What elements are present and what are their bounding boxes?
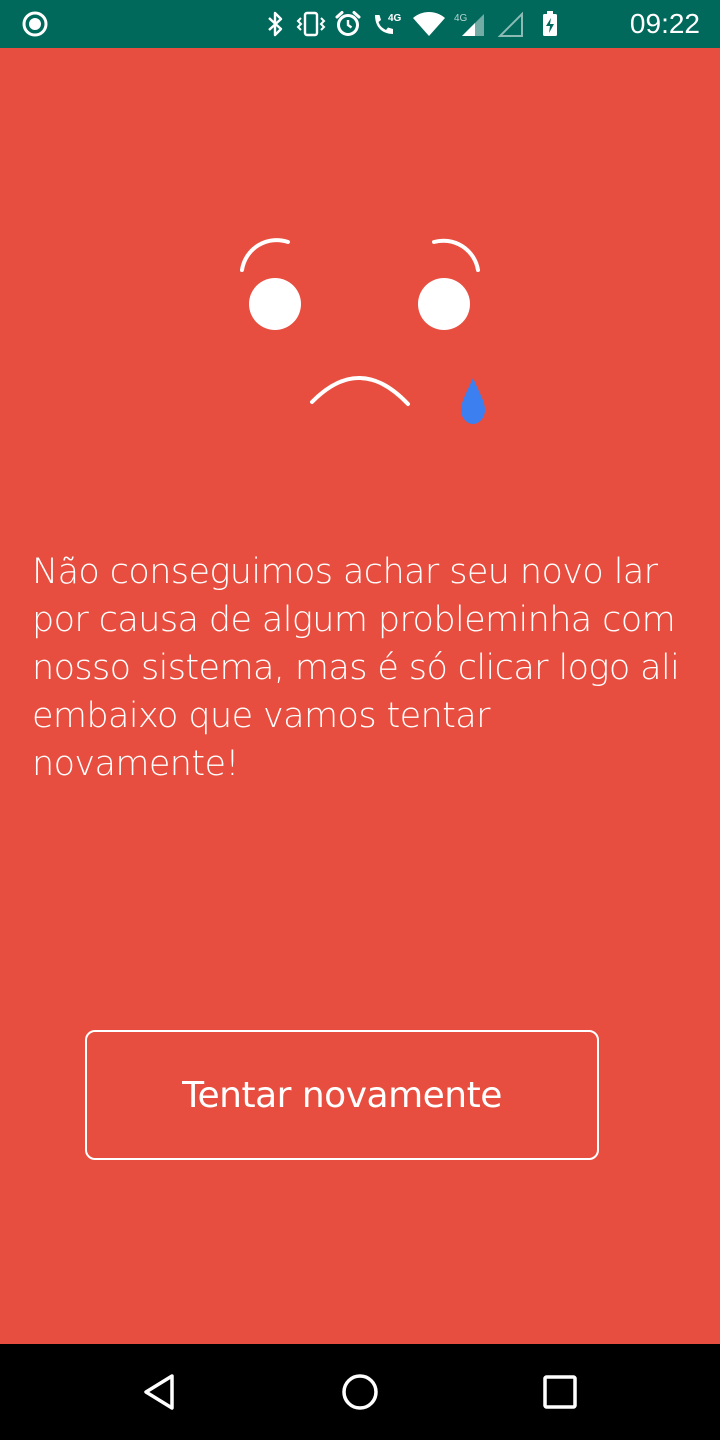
sad-face-illustration	[240, 238, 485, 424]
right-eyebrow-icon	[432, 238, 480, 272]
frown-mouth-icon	[310, 376, 410, 406]
wifi-icon	[413, 12, 445, 36]
back-icon	[144, 1374, 174, 1410]
left-eyebrow-icon	[240, 238, 290, 272]
retry-button-label: Tentar novamente	[182, 1074, 502, 1116]
alarm-icon	[335, 11, 361, 36]
error-message: Não conseguimos achar seu novo lar por c…	[32, 552, 680, 784]
navigation-bar	[0, 1344, 720, 1440]
recents-icon	[543, 1375, 577, 1409]
status-time: 09:22	[629, 8, 700, 39]
error-screen: Não conseguimos achar seu novo lar por c…	[0, 48, 720, 1344]
retry-button[interactable]: Tentar novamente	[85, 1030, 599, 1160]
tear-drop-icon	[461, 378, 485, 424]
signal-4g-label: 4G	[454, 13, 468, 24]
back-button[interactable]	[136, 1368, 184, 1416]
battery-charging-icon	[543, 11, 557, 36]
signal-4g-icon: 4G	[454, 13, 484, 36]
recents-button[interactable]	[536, 1368, 584, 1416]
volte-label: 4G	[388, 13, 402, 24]
volte-call-icon: 4G	[375, 13, 402, 34]
record-icon	[22, 11, 48, 37]
status-bar: 4G 4G 09:22	[0, 0, 720, 48]
signal-empty-icon	[497, 11, 523, 37]
home-icon	[342, 1374, 378, 1410]
home-button[interactable]	[336, 1368, 384, 1416]
vibrate-icon	[296, 11, 326, 37]
bluetooth-icon	[268, 11, 283, 37]
left-eye-icon	[249, 278, 301, 330]
right-eye-icon	[418, 278, 470, 330]
status-icons: 4G 4G	[262, 8, 560, 40]
